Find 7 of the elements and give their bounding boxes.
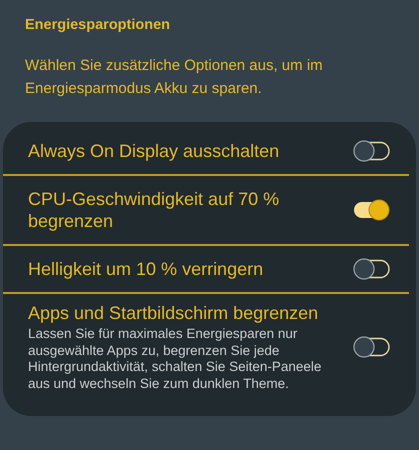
option-label: Helligkeit um 10 % verringern [28, 258, 264, 280]
option-label: Always On Display ausschalten [28, 140, 280, 162]
option-label: Apps und Startbildschirm begrenzen [28, 302, 320, 324]
option-label: CPU-Geschwindigkeit auf 70 % begrenzen [28, 188, 280, 232]
option-description: Lassen Sie für maximales Energiesparen nur ausgewählte Apps zu, begrenzen Sie jede Hintergrundaktivität, schalten Sie Seiten-Paneele aus und wechseln Sie zum dunklen Theme. [28, 326, 322, 392]
section-description: Wählen Sie zusätzliche Optionen aus, um im Energiesparmodus Akku zu sparen. [25, 56, 324, 99]
section-title: Energiesparoptionen [25, 17, 170, 33]
